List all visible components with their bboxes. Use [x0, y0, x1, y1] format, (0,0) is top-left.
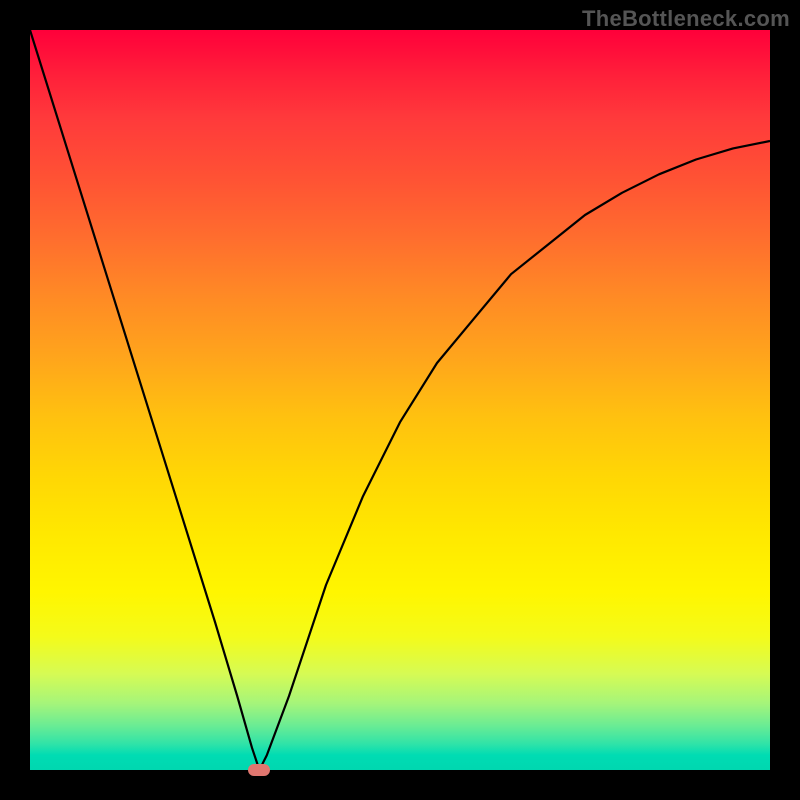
chart-container: TheBottleneck.com: [0, 0, 800, 800]
current-point-marker: [248, 764, 270, 776]
curve-svg: [30, 30, 770, 770]
watermark-text: TheBottleneck.com: [582, 6, 790, 32]
bottleneck-curve: [30, 30, 770, 770]
